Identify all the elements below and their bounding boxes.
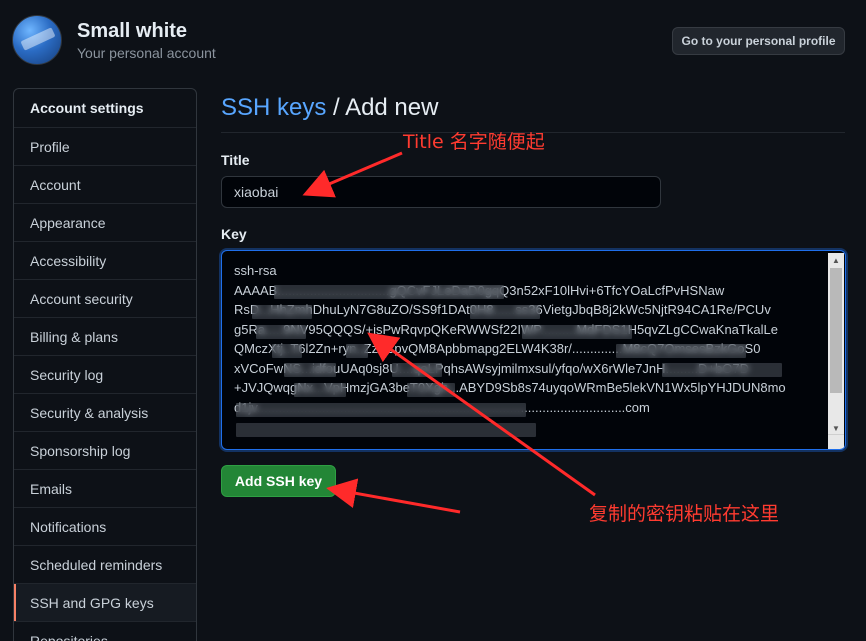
sidebar-item-account-security[interactable]: Account security: [14, 279, 196, 317]
page-title-text: Add new: [345, 94, 439, 121]
avatar[interactable]: [12, 15, 62, 65]
sidebar-item-security-analysis[interactable]: Security & analysis: [14, 393, 196, 431]
sidebar-item-appearance[interactable]: Appearance: [14, 203, 196, 241]
redaction-block: [522, 325, 632, 339]
sidebar-item-ssh-gpg-keys[interactable]: SSH and GPG keys: [14, 583, 196, 621]
redaction-block: [407, 383, 455, 397]
sidebar-item-accessibility[interactable]: Accessibility: [14, 241, 196, 279]
scroll-down-icon[interactable]: ▼: [828, 421, 844, 435]
sidebar-item-repositories[interactable]: Repositories: [14, 621, 196, 641]
redaction-block: [662, 363, 782, 377]
sidebar-item-security-log[interactable]: Security log: [14, 355, 196, 393]
sidebar-item-account[interactable]: Account: [14, 165, 196, 203]
sidebar-item-billing-plans[interactable]: Billing & plans: [14, 317, 196, 355]
redaction-block: [252, 305, 312, 319]
redaction-block: [236, 403, 526, 417]
title-input[interactable]: [221, 176, 661, 208]
sidebar-header-account-settings: Account settings: [30, 100, 144, 116]
key-label: Key: [221, 226, 247, 242]
redaction-block: [272, 344, 302, 358]
title-label: Title: [221, 152, 250, 168]
scroll-thumb[interactable]: [830, 268, 842, 393]
page-title: SSH keys / Add new: [221, 94, 438, 122]
scroll-up-icon[interactable]: ▲: [828, 253, 844, 267]
add-ssh-key-button[interactable]: Add SSH key: [221, 465, 336, 497]
redaction-block: [256, 325, 306, 339]
key-scrollbar[interactable]: ▲ ▼: [828, 253, 844, 449]
settings-sidebar: Account settings Profile Account Appeara…: [13, 88, 197, 641]
user-subtitle: Your personal account: [77, 45, 216, 61]
redaction-block: [294, 383, 346, 397]
sidebar-item-sponsorship-log[interactable]: Sponsorship log: [14, 431, 196, 469]
annotation-key-note: 复制的密钥粘贴在这里: [589, 503, 780, 525]
sidebar-item-profile[interactable]: Profile: [14, 127, 196, 165]
key-textarea[interactable]: ssh-rsa AAAAB...........................…: [221, 250, 846, 450]
breadcrumb-ssh-keys[interactable]: SSH keys: [221, 94, 326, 121]
redaction-block: [346, 344, 368, 358]
arrow-to-add-button: [326, 478, 461, 514]
resize-grip-icon[interactable]: [828, 434, 844, 448]
sidebar-item-scheduled-reminders[interactable]: Scheduled reminders: [14, 545, 196, 583]
redaction-block: [470, 305, 540, 319]
sidebar-item-notifications[interactable]: Notifications: [14, 507, 196, 545]
user-name: Small white: [77, 20, 188, 42]
sidebar-item-emails[interactable]: Emails: [14, 469, 196, 507]
go-to-profile-button[interactable]: Go to your personal profile: [672, 27, 845, 55]
redaction-block: [616, 344, 746, 358]
redaction-block: [392, 363, 442, 377]
annotation-title-note: Title 名字随便起: [403, 131, 545, 153]
redaction-block: [274, 285, 504, 299]
redaction-block: [284, 363, 336, 377]
redaction-block: [236, 423, 536, 437]
breadcrumb-separator: /: [333, 94, 340, 121]
